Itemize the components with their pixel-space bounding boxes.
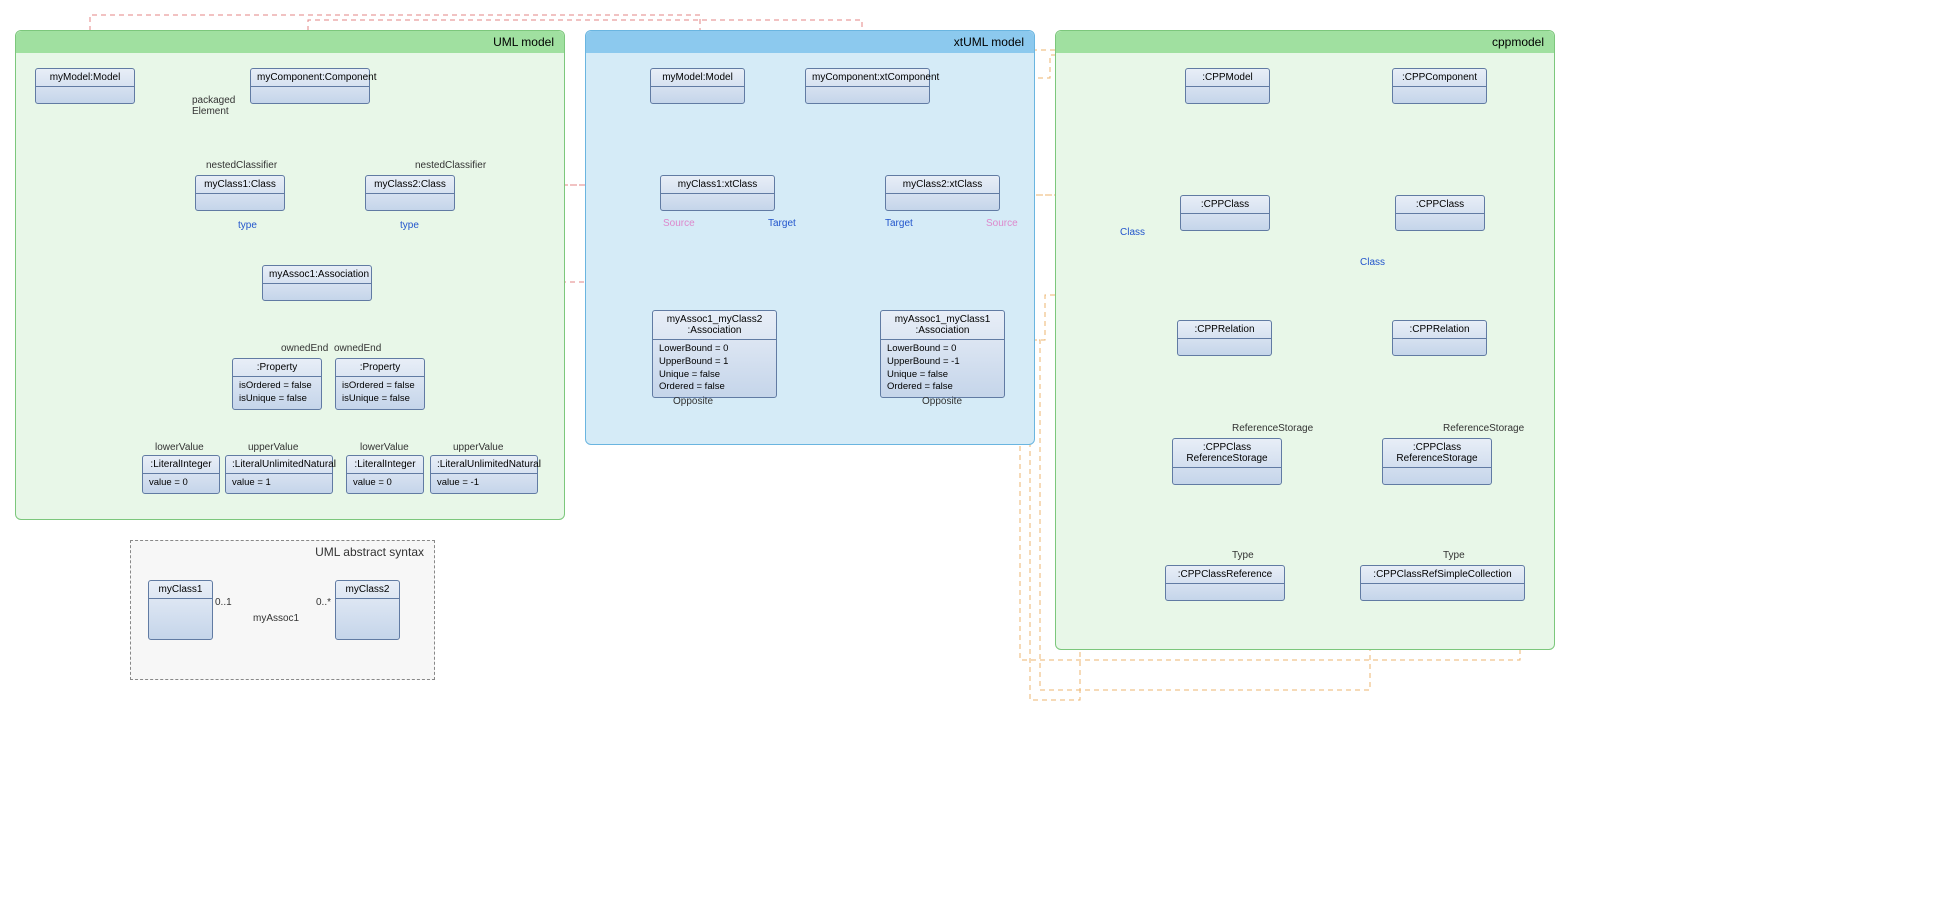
- label-owned1: ownedEnd: [281, 343, 328, 354]
- label-lower1: lowerValue: [155, 442, 204, 453]
- abstract-m2: 0..*: [316, 597, 331, 608]
- label-packaged: packaged Element: [192, 95, 235, 117]
- uml-component-node: myComponent:Component: [250, 68, 370, 104]
- label-owned2: ownedEnd: [334, 343, 381, 354]
- uml-lu2-node: :LiteralUnlimitedNatural value = -1: [430, 455, 538, 494]
- cpp-refstore1-node: :CPPClass ReferenceStorage: [1172, 438, 1282, 485]
- xtuml-region-title: xtUML model: [586, 31, 1034, 53]
- label-lower2: lowerValue: [360, 442, 409, 453]
- uml-region-title: UML model: [16, 31, 564, 53]
- xtuml-class2-node: myClass2:xtClass: [885, 175, 1000, 211]
- label-refstore1: ReferenceStorage: [1232, 423, 1313, 434]
- label-type1: type: [238, 220, 257, 231]
- cpp-region-title: cppmodel: [1056, 31, 1554, 53]
- uml-prop1-node: :Property isOrdered = falseisUnique = fa…: [232, 358, 322, 410]
- cpp-ref2-node: :CPPClassRefSimpleCollection: [1360, 565, 1525, 601]
- uml-li2-node: :LiteralInteger value = 0: [346, 455, 424, 494]
- uml-prop2-node: :Property isOrdered = falseisUnique = fa…: [335, 358, 425, 410]
- uml-model-node: myModel:Model: [35, 68, 135, 104]
- uml-class1-node: myClass1:Class: [195, 175, 285, 211]
- label-opposite2: Opposite: [922, 396, 962, 407]
- uml-assoc-node: myAssoc1:Association: [262, 265, 372, 301]
- label-cppclass1: Class: [1120, 227, 1145, 238]
- cpp-class2-node: :CPPClass: [1395, 195, 1485, 231]
- label-cpptype1: Type: [1232, 550, 1254, 561]
- cpp-component-node: :CPPComponent: [1392, 68, 1487, 104]
- xtuml-class1-node: myClass1:xtClass: [660, 175, 775, 211]
- label-type2: type: [400, 220, 419, 231]
- cpp-rel2-node: :CPPRelation: [1392, 320, 1487, 356]
- abstract-class1: myClass1: [148, 580, 213, 640]
- label-target2: Target: [885, 218, 913, 229]
- cpp-model-node: :CPPModel: [1185, 68, 1270, 104]
- xtuml-assoc1-node: myAssoc1_myClass2 :Association LowerBoun…: [652, 310, 777, 398]
- abstract-assoc: myAssoc1: [253, 613, 299, 624]
- cpp-rel1-node: :CPPRelation: [1177, 320, 1272, 356]
- label-cppclass2: Class: [1360, 257, 1385, 268]
- abstract-region-title: UML abstract syntax: [131, 541, 434, 563]
- label-nested2: nestedClassifier: [415, 160, 486, 171]
- uml-li1-node: :LiteralInteger value = 0: [142, 455, 220, 494]
- abstract-class2: myClass2: [335, 580, 400, 640]
- uml-class2-node: myClass2:Class: [365, 175, 455, 211]
- label-source2: Source: [986, 218, 1018, 229]
- label-refstore2: ReferenceStorage: [1443, 423, 1524, 434]
- label-opposite1: Opposite: [673, 396, 713, 407]
- label-upper2: upperValue: [453, 442, 503, 453]
- label-nested1: nestedClassifier: [206, 160, 277, 171]
- label-cpptype2: Type: [1443, 550, 1465, 561]
- abstract-m1: 0..1: [215, 597, 232, 608]
- label-source1: Source: [663, 218, 695, 229]
- xtuml-model-node: myModel:Model: [650, 68, 745, 104]
- xtuml-component-node: myComponent:xtComponent: [805, 68, 930, 104]
- xtuml-assoc2-node: myAssoc1_myClass1 :Association LowerBoun…: [880, 310, 1005, 398]
- cpp-ref1-node: :CPPClassReference: [1165, 565, 1285, 601]
- label-upper1: upperValue: [248, 442, 298, 453]
- cpp-class1-node: :CPPClass: [1180, 195, 1270, 231]
- cpp-refstore2-node: :CPPClass ReferenceStorage: [1382, 438, 1492, 485]
- label-target1: Target: [768, 218, 796, 229]
- uml-lu1-node: :LiteralUnlimitedNatural value = 1: [225, 455, 333, 494]
